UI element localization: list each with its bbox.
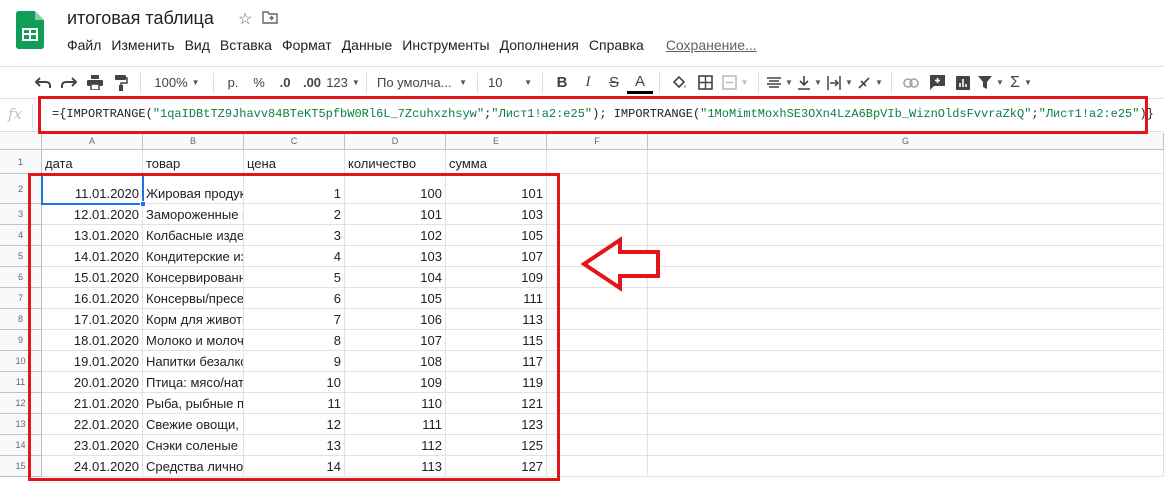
font-family-select[interactable]: По умолча... ▼ <box>373 71 471 95</box>
zoom-select[interactable]: 100% ▼ <box>147 71 207 95</box>
bold-button[interactable]: B <box>549 71 575 95</box>
menu-tools[interactable]: Инструменты <box>402 37 489 53</box>
sheets-logo-icon[interactable] <box>16 11 44 49</box>
menu-file[interactable]: Файл <box>67 37 101 53</box>
grid-cell[interactable] <box>547 351 648 372</box>
toolbar: 100% ▼ р. % .0 .00 123 ▼ По умолча... ▼ 10 ▼… <box>0 66 1164 98</box>
grid-cell[interactable] <box>547 456 648 477</box>
header-cell[interactable]: товар <box>143 150 244 174</box>
column-header-b[interactable]: B <box>143 133 244 150</box>
grid-cell[interactable] <box>547 372 648 393</box>
grid-cell[interactable] <box>648 174 1164 204</box>
fx-icon: fx <box>8 105 23 123</box>
star-icon[interactable]: ☆ <box>238 9 252 29</box>
text-rotation-icon[interactable]: ▼ <box>855 71 885 95</box>
grid-cell[interactable] <box>648 351 1164 372</box>
menu-help[interactable]: Справка <box>589 37 644 53</box>
grid-cell[interactable] <box>547 435 648 456</box>
horizontal-align-icon[interactable]: ▼ <box>765 71 795 95</box>
print-icon[interactable] <box>82 71 108 95</box>
grid-cell[interactable] <box>547 414 648 435</box>
column-header-c[interactable]: C <box>244 133 345 150</box>
grid-cell[interactable] <box>648 372 1164 393</box>
grid-cell[interactable] <box>547 150 648 174</box>
document-title[interactable]: итоговая таблица <box>67 8 214 29</box>
grid-cell[interactable] <box>648 267 1164 288</box>
paint-format-icon[interactable] <box>108 71 134 95</box>
grid-cell[interactable] <box>648 309 1164 330</box>
menu-format[interactable]: Формат <box>282 37 332 53</box>
insert-chart-icon[interactable] <box>950 71 976 95</box>
font-size-select[interactable]: 10 ▼ <box>484 71 536 95</box>
decrease-decimal-button[interactable]: .0 <box>272 71 298 95</box>
grid-cell[interactable] <box>648 456 1164 477</box>
vertical-align-icon[interactable]: ▼ <box>795 71 825 95</box>
increase-decimal-button[interactable]: .00 <box>298 71 326 95</box>
insert-comment-icon[interactable] <box>924 71 950 95</box>
insert-link-icon[interactable] <box>898 71 924 95</box>
grid-cell[interactable] <box>547 330 648 351</box>
menu-view[interactable]: Вид <box>185 37 210 53</box>
row-header[interactable]: 1 <box>0 150 42 174</box>
grid-cell[interactable] <box>648 150 1164 174</box>
select-all-corner[interactable] <box>0 133 42 150</box>
header-cell[interactable]: количество <box>345 150 446 174</box>
grid-cell[interactable] <box>547 204 648 225</box>
column-header-g[interactable]: G <box>648 133 1164 150</box>
italic-button[interactable]: I <box>575 71 601 95</box>
currency-format-button[interactable]: р. <box>220 71 246 95</box>
header-cell[interactable]: цена <box>244 150 345 174</box>
grid-cell[interactable] <box>648 393 1164 414</box>
column-header-f[interactable]: F <box>547 133 648 150</box>
grid-cell[interactable] <box>648 204 1164 225</box>
undo-icon[interactable] <box>30 71 56 95</box>
move-folder-icon[interactable] <box>262 9 279 25</box>
grid-cell[interactable] <box>648 225 1164 246</box>
borders-icon[interactable] <box>692 71 718 95</box>
text-color-button[interactable]: A <box>627 72 653 94</box>
merge-cells-icon[interactable]: ▼ <box>718 71 752 95</box>
menu-bar: Файл Изменить Вид Вставка Формат Данные … <box>67 37 767 53</box>
filter-icon[interactable]: ▼ <box>976 71 1006 95</box>
grid-cell[interactable] <box>648 288 1164 309</box>
formula-highlight-box <box>38 96 1148 134</box>
menu-edit[interactable]: Изменить <box>111 37 174 53</box>
menu-addons[interactable]: Дополнения <box>500 37 579 53</box>
grid-cell[interactable] <box>648 330 1164 351</box>
redo-icon[interactable] <box>56 71 82 95</box>
left-arrow-icon <box>580 236 660 292</box>
fill-color-icon[interactable] <box>666 71 692 95</box>
more-formats-select[interactable]: 123 ▼ <box>326 71 360 95</box>
menu-data[interactable]: Данные <box>342 37 393 53</box>
grid-cell[interactable] <box>547 309 648 330</box>
grid-cell[interactable] <box>648 414 1164 435</box>
column-header-e[interactable]: E <box>446 133 547 150</box>
grid-cell[interactable] <box>648 246 1164 267</box>
grid-cell[interactable] <box>547 174 648 204</box>
grid-cell[interactable] <box>547 393 648 414</box>
menu-insert[interactable]: Вставка <box>220 37 272 53</box>
table-highlight-box <box>28 173 560 481</box>
grid-cell[interactable] <box>648 435 1164 456</box>
column-header-d[interactable]: D <box>345 133 446 150</box>
strikethrough-button[interactable]: S <box>601 71 627 95</box>
text-wrap-icon[interactable]: ▼ <box>825 71 855 95</box>
percent-format-button[interactable]: % <box>246 71 272 95</box>
header-cell[interactable]: сумма <box>446 150 547 174</box>
header-cell[interactable]: дата <box>42 150 143 174</box>
functions-button[interactable]: Σ ▼ <box>1006 71 1036 95</box>
save-status[interactable]: Сохранение... <box>666 37 757 53</box>
column-header-a[interactable]: A <box>42 133 143 150</box>
